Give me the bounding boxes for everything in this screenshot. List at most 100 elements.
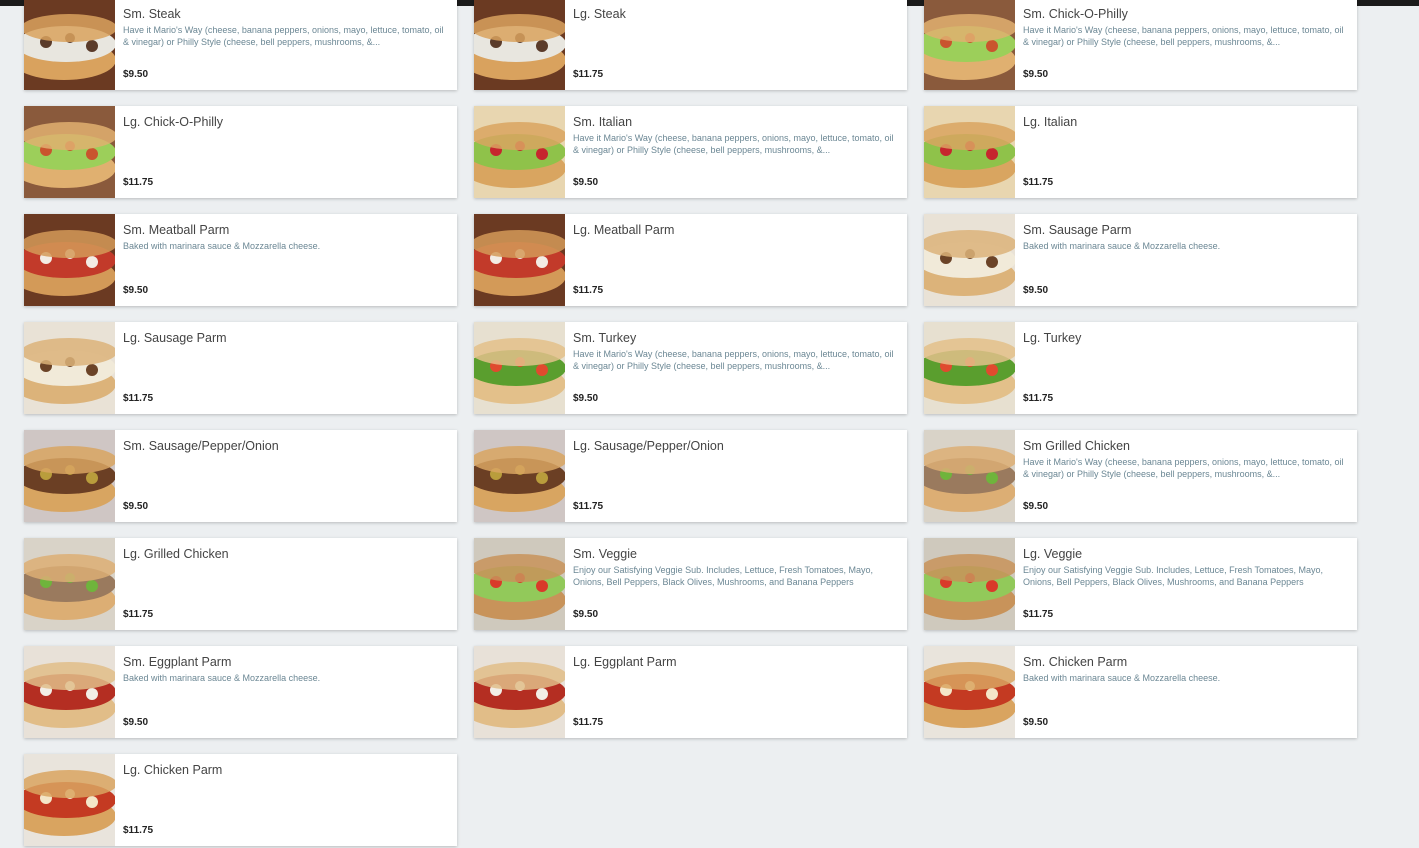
item-price: $9.50 bbox=[123, 501, 149, 512]
item-description: Baked with marinara sauce & Mozzarella c… bbox=[123, 241, 321, 251]
item-price: $9.50 bbox=[1023, 717, 1049, 728]
item-name: Sm. Veggie bbox=[573, 547, 637, 561]
item-name: Lg. Sausage Parm bbox=[123, 331, 227, 345]
menu-item-card[interactable]: Sm. Turkey Have it Mario's Way (cheese, b… bbox=[474, 322, 907, 414]
item-image bbox=[24, 754, 115, 846]
item-image bbox=[924, 0, 1015, 90]
item-image bbox=[924, 646, 1015, 738]
item-name: Lg. Turkey bbox=[1023, 331, 1082, 345]
item-name: Sm. Turkey bbox=[573, 331, 637, 345]
menu-item-card[interactable]: Lg. Eggplant Parm $11.75 bbox=[474, 646, 907, 738]
item-price: $11.75 bbox=[573, 717, 604, 728]
item-description: Baked with marinara sauce & Mozzarella c… bbox=[1023, 673, 1221, 683]
item-name: Lg. Italian bbox=[1023, 115, 1078, 129]
item-image bbox=[924, 538, 1015, 630]
item-image bbox=[924, 322, 1015, 414]
menu-item-card[interactable]: Sm. Veggie Enjoy our Satisfying Veggie Su… bbox=[474, 538, 907, 630]
menu-item-card[interactable]: Sm. Eggplant Parm Baked with marinara sau… bbox=[24, 646, 457, 738]
menu-item-card[interactable]: Sm. Sausage Parm Baked with marinara sauc… bbox=[924, 214, 1357, 306]
item-description: Enjoy our Satisfying Veggie Sub. Include… bbox=[1023, 565, 1324, 587]
item-image bbox=[24, 0, 115, 90]
item-price: $11.75 bbox=[1023, 393, 1054, 404]
item-name: Lg. Grilled Chicken bbox=[123, 547, 229, 561]
menu-item-card[interactable]: Sm. Chicken Parm Baked with marinara sauc… bbox=[924, 646, 1357, 738]
menu-item-card[interactable]: Lg. Sausage Parm $11.75 bbox=[24, 322, 457, 414]
item-price: $11.75 bbox=[573, 69, 604, 80]
item-price: $9.50 bbox=[1023, 285, 1049, 296]
item-price: $11.75 bbox=[123, 825, 154, 836]
item-price: $9.50 bbox=[123, 717, 149, 728]
menu-item-card[interactable]: Lg. Turkey $11.75 bbox=[924, 322, 1357, 414]
item-name: Sm. Meatball Parm bbox=[123, 223, 230, 237]
menu-item-card[interactable]: Sm. Sausage/Pepper/Onion $9.50 bbox=[24, 430, 457, 522]
item-description: Have it Mario's Way (cheese, banana pepp… bbox=[1023, 25, 1344, 47]
menu-item-card[interactable]: Sm. Italian Have it Mario's Way (cheese, … bbox=[474, 106, 907, 198]
item-name: Lg. Steak bbox=[573, 7, 626, 21]
item-image bbox=[474, 430, 565, 522]
item-price: $11.75 bbox=[123, 393, 154, 404]
item-image bbox=[474, 538, 565, 630]
item-image bbox=[24, 538, 115, 630]
item-description: Baked with marinara sauce & Mozzarella c… bbox=[123, 673, 321, 683]
menu-item-card[interactable]: Lg. Veggie Enjoy our Satisfying Veggie Su… bbox=[924, 538, 1357, 630]
item-image bbox=[924, 106, 1015, 198]
item-price: $11.75 bbox=[573, 285, 604, 296]
item-price: $9.50 bbox=[1023, 501, 1049, 512]
item-price: $11.75 bbox=[573, 501, 604, 512]
item-image bbox=[24, 646, 115, 738]
item-name: Lg. Eggplant Parm bbox=[573, 655, 677, 669]
item-description: Baked with marinara sauce & Mozzarella c… bbox=[1023, 241, 1221, 251]
menu-item-card[interactable]: Lg. Chick-O-Philly $11.75 bbox=[24, 106, 457, 198]
item-name: Sm. Steak bbox=[123, 7, 181, 21]
item-description: Have it Mario's Way (cheese, banana pepp… bbox=[573, 133, 894, 155]
menu-item-card[interactable]: Lg. Meatball Parm $11.75 bbox=[474, 214, 907, 306]
item-name: Sm. Chicken Parm bbox=[1023, 655, 1128, 669]
item-image bbox=[474, 646, 565, 738]
item-price: $11.75 bbox=[123, 177, 154, 188]
item-price: $11.75 bbox=[1023, 609, 1054, 620]
item-price: $9.50 bbox=[573, 177, 599, 188]
item-image bbox=[24, 214, 115, 306]
menu-item-card[interactable]: Lg. Chicken Parm $11.75 bbox=[24, 754, 457, 846]
item-description: Have it Mario's Way (cheese, banana pepp… bbox=[573, 349, 894, 371]
menu-item-card[interactable]: Lg. Grilled Chicken $11.75 bbox=[24, 538, 457, 630]
menu-item-card[interactable]: Lg. Italian $11.75 bbox=[924, 106, 1357, 198]
item-price: $9.50 bbox=[573, 609, 599, 620]
item-name: Lg. Chicken Parm bbox=[123, 763, 223, 777]
item-name: Lg. Veggie bbox=[1023, 547, 1083, 561]
item-price: $9.50 bbox=[573, 393, 599, 404]
menu-item-card[interactable]: Sm. Chick-O-Philly Have it Mario's Way (c… bbox=[924, 0, 1357, 90]
item-image bbox=[924, 214, 1015, 306]
item-description: Enjoy our Satisfying Veggie Sub. Include… bbox=[573, 565, 874, 587]
menu-item-card[interactable]: Lg. Sausage/Pepper/Onion $11.75 bbox=[474, 430, 907, 522]
item-price: $9.50 bbox=[123, 285, 149, 296]
item-name: Sm. Sausage Parm bbox=[1023, 223, 1132, 237]
item-price: $9.50 bbox=[1023, 69, 1049, 80]
item-image bbox=[24, 430, 115, 522]
item-image bbox=[24, 106, 115, 198]
menu-item-card[interactable]: Sm. Steak Have it Mario's Way (cheese, ba… bbox=[24, 0, 457, 90]
item-image bbox=[24, 322, 115, 414]
item-price: $11.75 bbox=[1023, 177, 1054, 188]
item-name: Lg. Sausage/Pepper/Onion bbox=[573, 439, 724, 453]
menu-item-card[interactable]: Sm Grilled Chicken Have it Mario's Way (c… bbox=[924, 430, 1357, 522]
item-image bbox=[474, 0, 565, 90]
item-name: Sm. Chick-O-Philly bbox=[1023, 7, 1128, 21]
menu-item-card[interactable]: Sm. Meatball Parm Baked with marinara sau… bbox=[24, 214, 457, 306]
item-image bbox=[474, 322, 565, 414]
item-name: Lg. Chick-O-Philly bbox=[123, 115, 224, 129]
item-price: $9.50 bbox=[123, 69, 149, 80]
item-description: Have it Mario's Way (cheese, banana pepp… bbox=[123, 25, 444, 47]
item-image bbox=[924, 430, 1015, 522]
item-name: Sm. Eggplant Parm bbox=[123, 655, 232, 669]
item-name: Lg. Meatball Parm bbox=[573, 223, 675, 237]
item-name: Sm. Italian bbox=[573, 115, 633, 129]
item-price: $11.75 bbox=[123, 609, 154, 620]
item-image bbox=[474, 214, 565, 306]
menu-item-card[interactable]: Lg. Steak $11.75 bbox=[474, 0, 907, 90]
item-image bbox=[474, 106, 565, 198]
item-name: Sm Grilled Chicken bbox=[1023, 439, 1130, 453]
item-description: Have it Mario's Way (cheese, banana pepp… bbox=[1023, 457, 1344, 479]
menu-grid: Sm. Steak Have it Mario's Way (cheese, ba… bbox=[24, 0, 1357, 846]
item-name: Sm. Sausage/Pepper/Onion bbox=[123, 439, 279, 453]
